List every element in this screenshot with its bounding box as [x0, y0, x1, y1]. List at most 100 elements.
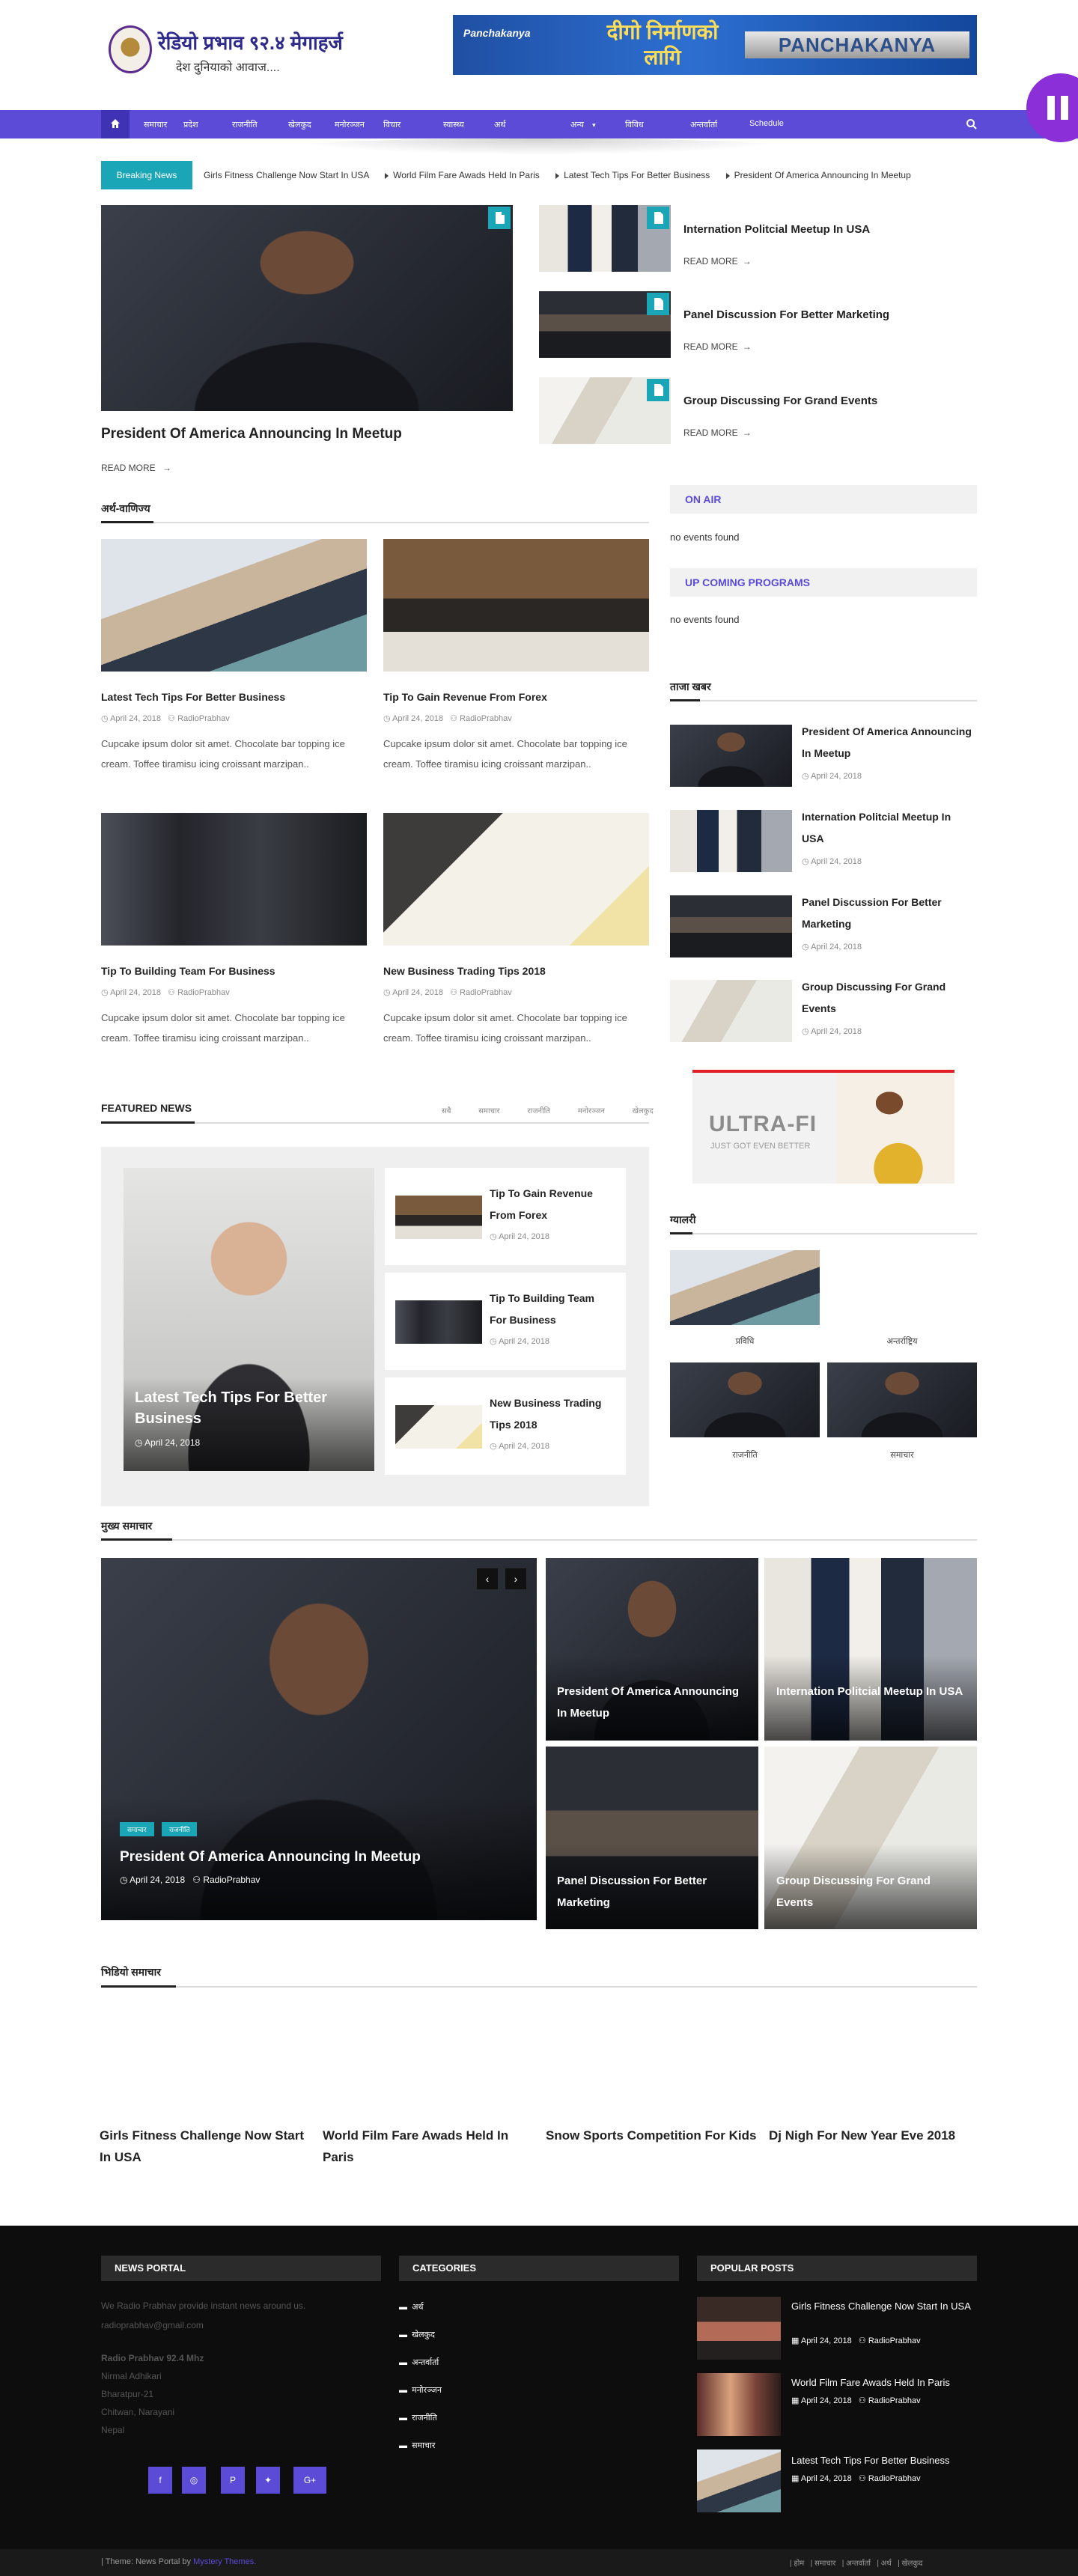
post-image-4[interactable] [383, 813, 649, 946]
gallery-label-3[interactable]: राजनीति [670, 1449, 820, 1461]
nav-item-sports[interactable]: खेलकुद [288, 119, 311, 130]
popular-image-2[interactable] [697, 2373, 781, 2436]
post-title-3[interactable]: Tip To Building Team For Business [101, 965, 275, 977]
footer-category-3[interactable]: ▬ अन्तर्वार्ता [399, 2357, 439, 2368]
slider-next-button[interactable]: › [505, 1568, 526, 1589]
recent-image-1[interactable] [670, 725, 792, 787]
recent-image-4[interactable] [670, 980, 792, 1042]
google-plus-button[interactable]: G+ [293, 2467, 326, 2494]
site-logo[interactable]: रेडियो प्रभाव ९२.४ मेगाहर्ज देश दुनियाको… [109, 25, 363, 79]
post-image-3[interactable] [101, 813, 367, 946]
gallery-label-4[interactable]: समाचार [827, 1449, 977, 1461]
post-title-1[interactable]: Latest Tech Tips For Better Business [101, 691, 285, 703]
video-title-4[interactable]: Dj Nigh For New Year Eve 2018 [769, 2125, 982, 2146]
featured-list-title-3[interactable]: New Business Trading Tips 2018 [490, 1392, 611, 1436]
nav-item-province[interactable]: प्रदेश [183, 119, 198, 130]
twitter-button[interactable]: ✦ [256, 2467, 280, 2494]
hero-side-title-2[interactable]: Panel Discussion For Better Marketing [683, 308, 889, 321]
facebook-button[interactable]: f [148, 2467, 172, 2494]
footer-category-4[interactable]: ▬ मनोरञ्जन [399, 2384, 442, 2396]
featured-list-title-1[interactable]: Tip To Gain Revenue From Forex [490, 1183, 611, 1226]
ticker-item[interactable]: President Of America Announcing In Meetu… [734, 170, 911, 180]
ticker-item[interactable]: World Film Fare Awads Held In Paris [393, 170, 540, 180]
grid-title-3[interactable]: Panel Discussion For Better Marketing [557, 1870, 729, 1913]
category-tag[interactable]: समाचार [120, 1822, 154, 1836]
header-ad-banner[interactable]: Panchakanya दीगो निर्माणको लागि PANCHAKA… [453, 15, 977, 75]
nav-item-schedule[interactable]: Schedule [749, 119, 784, 128]
tab-all[interactable]: सबै [442, 1107, 451, 1115]
recent-title-2[interactable]: Internation Politcial Meetup In USA [802, 806, 974, 850]
ticker-item[interactable]: Girls Fitness Challenge Now Start In USA [204, 170, 369, 180]
footer-link-news[interactable]: समाचार [814, 2560, 835, 2568]
gallery-image-3[interactable] [670, 1362, 820, 1437]
post-title-2[interactable]: Tip To Gain Revenue From Forex [383, 691, 547, 703]
gallery-image-4[interactable] [827, 1362, 977, 1437]
popular-title-2[interactable]: World Film Fare Awads Held In Paris [791, 2375, 975, 2391]
hero-read-more[interactable]: READ MORE → [101, 463, 171, 473]
footer-link-economy[interactable]: अर्थ [881, 2560, 892, 2568]
hero-side-read-more-1[interactable]: READ MORE → [683, 256, 752, 267]
post-image-1[interactable] [101, 539, 367, 672]
recent-title-1[interactable]: President Of America Announcing In Meetu… [802, 721, 974, 764]
post-author[interactable]: RadioPrabhav [177, 714, 230, 723]
post-author[interactable]: RadioPrabhav [177, 988, 230, 997]
hero-side-read-more-2[interactable]: READ MORE → [683, 341, 752, 352]
tab-politics[interactable]: राजनीति [527, 1107, 550, 1115]
hero-side-title-3[interactable]: Group Discussing For Grand Events [683, 395, 877, 407]
gallery-label-1[interactable]: प्रविधि [670, 1336, 820, 1347]
gallery-label-2[interactable]: अन्तर्राष्ट्रिय [827, 1336, 977, 1347]
nav-item-opinion[interactable]: विचार [383, 119, 401, 130]
footer-category-6[interactable]: ▬ समाचार [399, 2440, 435, 2451]
popular-image-1[interactable] [697, 2297, 781, 2360]
footer-link-home[interactable]: होम [794, 2560, 804, 2568]
post-image-2[interactable] [383, 539, 649, 672]
video-title-3[interactable]: Snow Sports Competition For Kids [546, 2125, 759, 2146]
post-author[interactable]: RadioPrabhav [203, 1875, 260, 1885]
theme-author-link[interactable]: Mystery Themes. [193, 2557, 256, 2566]
footer-category-5[interactable]: ▬ राजनीति [399, 2412, 437, 2423]
post-title-4[interactable]: New Business Trading Tips 2018 [383, 965, 546, 977]
grid-title-1[interactable]: President Of America Announcing In Meetu… [557, 1681, 752, 1724]
popular-title-3[interactable]: Latest Tech Tips For Better Business [791, 2452, 975, 2469]
sidebar-ad-banner[interactable]: ULTRA-FI JUST GOT EVEN BETTER [692, 1070, 954, 1184]
hero-side-read-more-3[interactable]: READ MORE → [683, 427, 752, 438]
hero-image[interactable] [101, 205, 513, 411]
search-icon[interactable] [966, 118, 978, 130]
post-author[interactable]: RadioPrabhav [460, 988, 512, 997]
featured-list-image-1[interactable] [395, 1196, 482, 1239]
tab-entertainment[interactable]: मनोरञ्जन [578, 1107, 605, 1115]
home-button[interactable] [101, 110, 130, 138]
ticker-item[interactable]: Latest Tech Tips For Better Business [564, 170, 710, 180]
post-author[interactable]: RadioPrabhav [868, 2336, 921, 2345]
recent-image-2[interactable] [670, 810, 792, 872]
recent-title-4[interactable]: Group Discussing For Grand Events [802, 976, 974, 1020]
nav-item-health[interactable]: स्वास्थ्य [443, 119, 464, 130]
nav-item-interview[interactable]: अन्तर्वार्ता [690, 119, 717, 130]
nav-item-misc[interactable]: विविध [625, 119, 644, 130]
instagram-button[interactable]: ◎ [182, 2467, 206, 2494]
nav-item-economy[interactable]: अर्थ [494, 119, 505, 130]
tab-news[interactable]: समाचार [478, 1107, 499, 1115]
popular-image-3[interactable] [697, 2449, 781, 2512]
footer-email[interactable]: radioprabhav@gmail.com [101, 2316, 204, 2334]
tab-sports[interactable]: खेलकुद [633, 1107, 654, 1115]
featured-list-title-2[interactable]: Tip To Building Team For Business [490, 1288, 611, 1331]
hero-side-title-1[interactable]: Internation Politcial Meetup In USA [683, 223, 870, 236]
grid-title-4[interactable]: Group Discussing For Grand Events [776, 1870, 948, 1913]
category-tag[interactable]: राजनीति [161, 1822, 198, 1836]
featured-list-image-2[interactable] [395, 1300, 482, 1344]
hero-title[interactable]: President Of America Announcing In Meetu… [101, 426, 402, 442]
popular-title-1[interactable]: Girls Fitness Challenge Now Start In USA [791, 2298, 975, 2315]
video-title-1[interactable]: Girls Fitness Challenge Now Start In USA [100, 2125, 313, 2168]
grid-image-2[interactable] [764, 1558, 977, 1741]
post-author[interactable]: RadioPrabhav [460, 714, 512, 723]
nav-item-more[interactable]: अन्य ▾ [570, 119, 596, 130]
footer-link-sports[interactable]: खेलकुद [902, 2560, 923, 2568]
recent-image-3[interactable] [670, 895, 792, 957]
featured-list-image-3[interactable] [395, 1405, 482, 1449]
slider-main-image[interactable] [101, 1558, 537, 1920]
footer-link-interview[interactable]: अन्तर्वार्ता [846, 2560, 871, 2568]
slider-prev-button[interactable]: ‹ [477, 1568, 498, 1589]
slider-main-title[interactable]: President Of America Announcing In Meetu… [120, 1849, 421, 1866]
featured-main-title[interactable]: Latest Tech Tips For Better Business [135, 1387, 359, 1429]
